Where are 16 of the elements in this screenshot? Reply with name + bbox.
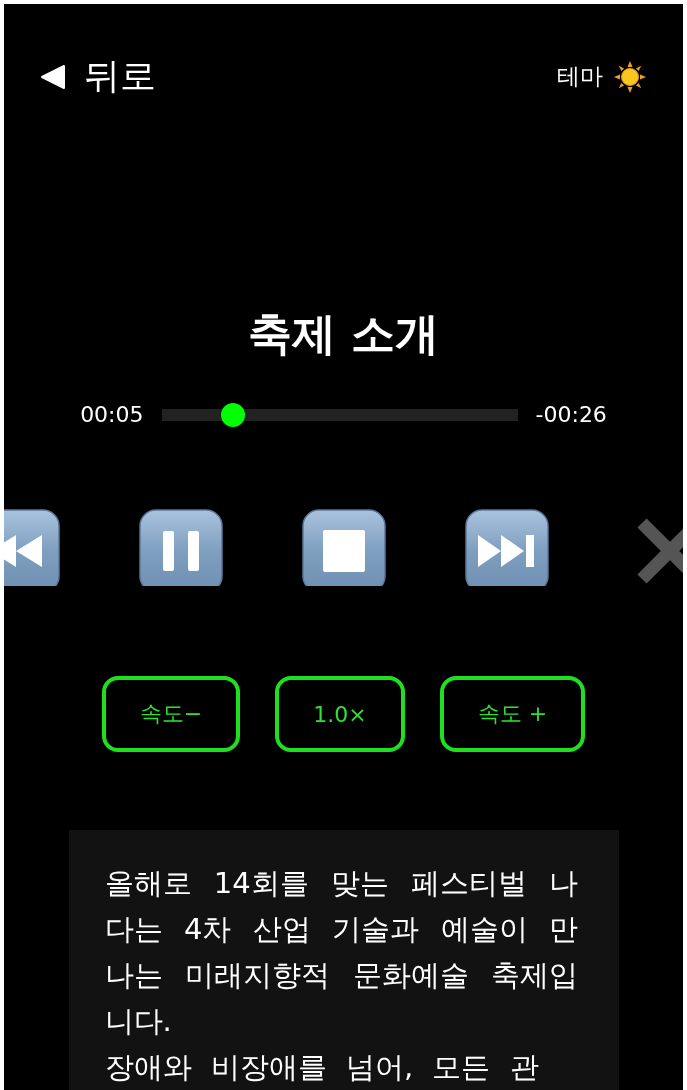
pause-button[interactable] [138, 509, 223, 586]
theme-button[interactable]: 테마 [557, 59, 647, 94]
page-title: 축제 소개 [247, 307, 440, 361]
stop-button[interactable] [301, 509, 386, 586]
elapsed-time: 00:05 [80, 402, 144, 427]
back-button[interactable]: 뒤로 [40, 52, 156, 101]
remaining-time: -00:26 [535, 402, 607, 427]
slider-thumb[interactable] [220, 402, 245, 427]
sun-icon [613, 59, 647, 94]
speed-button[interactable]: 속도− [101, 676, 241, 752]
description-text: 장애와 비장애를 넘어, 모든 관 [104, 1049, 540, 1086]
fast-forward-button[interactable] [464, 509, 549, 586]
speed-button[interactable]: 1.0× [275, 676, 405, 752]
description-text: 올해로 14회를 맞는 페스티벌 나다는 4차 산업 기술과 예술이 만나는 미래지향적 문화예술 축제입니다. [104, 865, 579, 1040]
back-arrow-icon [40, 63, 66, 90]
speed-button[interactable]: 속도 + [439, 676, 586, 752]
